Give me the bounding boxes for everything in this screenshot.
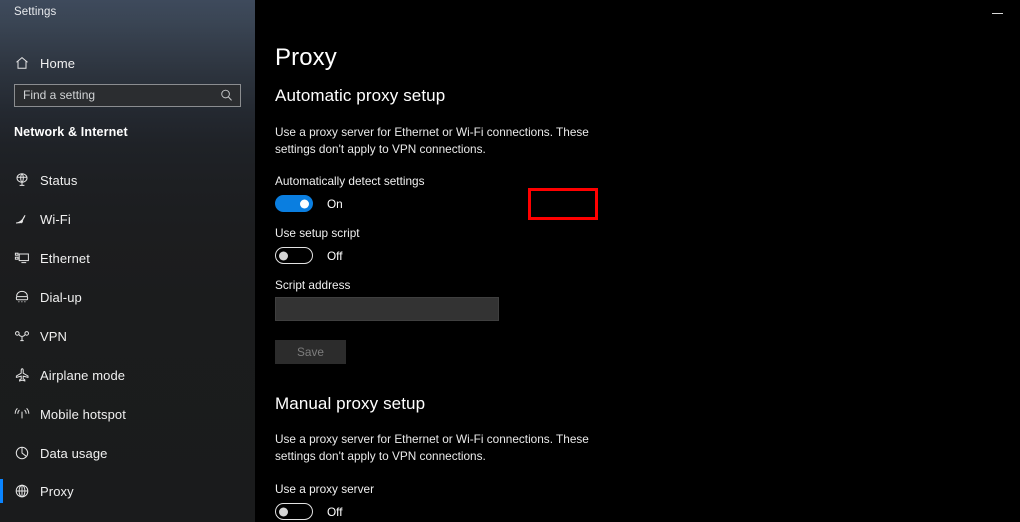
use-proxy-state: Off xyxy=(327,504,343,519)
sidebar-item-wifi[interactable]: Wi-Fi xyxy=(0,202,255,236)
auto-detect-toggle-row[interactable]: On xyxy=(275,195,343,212)
auto-detect-toggle[interactable] xyxy=(275,195,313,212)
hotspot-icon xyxy=(13,405,31,423)
sidebar-item-wifi-label: Wi-Fi xyxy=(40,211,71,227)
minimize-icon xyxy=(991,12,1003,14)
sidebar-item-ethernet[interactable]: Ethernet xyxy=(0,241,255,275)
setup-script-toggle[interactable] xyxy=(275,247,313,264)
sidebar-item-airplane-mode-label: Airplane mode xyxy=(40,367,126,383)
globe-icon xyxy=(13,482,31,500)
search-input[interactable] xyxy=(23,85,213,106)
annotation-highlight-box xyxy=(528,188,598,220)
dialup-icon xyxy=(13,288,31,306)
sidebar-item-proxy[interactable]: Proxy xyxy=(0,474,255,508)
vpn-icon xyxy=(13,327,31,345)
sidebar-item-vpn[interactable]: VPN xyxy=(0,319,255,353)
sidebar-item-ethernet-label: Ethernet xyxy=(40,250,90,266)
sidebar-item-data-usage[interactable]: Data usage xyxy=(0,436,255,470)
sidebar-section-title: Network & Internet xyxy=(14,125,128,139)
sidebar-item-mobile-hotspot-label: Mobile hotspot xyxy=(40,406,126,422)
sidebar-item-data-usage-label: Data usage xyxy=(40,445,108,461)
home-icon xyxy=(13,54,31,72)
sidebar-item-dialup-label: Dial-up xyxy=(40,289,82,305)
sidebar-item-vpn-label: VPN xyxy=(40,328,68,344)
automatic-proxy-description: Use a proxy server for Ethernet or Wi-Fi… xyxy=(275,125,589,156)
sidebar-item-status[interactable]: Status xyxy=(0,163,255,197)
sidebar-item-home-label: Home xyxy=(40,55,76,71)
save-button[interactable]: Save xyxy=(275,340,346,364)
use-proxy-toggle[interactable] xyxy=(275,503,313,520)
sidebar-item-airplane-mode[interactable]: Airplane mode xyxy=(0,358,255,392)
main-content: Proxy Automatic proxy setup Use a proxy … xyxy=(255,0,1020,522)
use-proxy-label: Use a proxy server xyxy=(275,482,374,496)
sidebar-item-mobile-hotspot[interactable]: Mobile hotspot xyxy=(0,397,255,431)
wifi-icon xyxy=(13,210,31,228)
setup-script-label: Use setup script xyxy=(275,226,360,240)
search-box[interactable] xyxy=(14,84,241,107)
airplane-icon xyxy=(13,366,31,384)
automatic-proxy-heading: Automatic proxy setup xyxy=(275,86,446,105)
script-address-input[interactable] xyxy=(275,297,499,321)
manual-proxy-heading: Manual proxy setup xyxy=(275,394,426,413)
ethernet-icon xyxy=(13,249,31,267)
status-icon xyxy=(13,171,31,189)
toggle-knob xyxy=(300,199,309,208)
search-icon xyxy=(219,88,234,103)
toggle-knob xyxy=(279,251,288,260)
toggle-knob xyxy=(279,507,288,516)
page-title: Proxy xyxy=(275,44,337,71)
settings-sidebar: Settings Home Network & Internet Stat xyxy=(0,0,255,522)
window-title: Settings xyxy=(14,6,57,18)
sidebar-item-status-label: Status xyxy=(40,172,78,188)
sidebar-item-dialup[interactable]: Dial-up xyxy=(0,280,255,314)
auto-detect-state: On xyxy=(327,196,343,211)
script-address-label: Script address xyxy=(275,278,351,292)
setup-script-state: Off xyxy=(327,248,343,263)
selected-indicator xyxy=(0,479,3,503)
setup-script-toggle-row[interactable]: Off xyxy=(275,247,343,264)
sidebar-item-proxy-label: Proxy xyxy=(40,483,74,499)
use-proxy-toggle-row[interactable]: Off xyxy=(275,503,343,520)
minimize-button[interactable] xyxy=(974,0,1020,26)
data-usage-icon xyxy=(13,444,31,462)
manual-proxy-description: Use a proxy server for Ethernet or Wi-Fi… xyxy=(275,432,589,463)
auto-detect-label: Automatically detect settings xyxy=(275,174,425,188)
sidebar-item-home[interactable]: Home xyxy=(0,46,255,80)
